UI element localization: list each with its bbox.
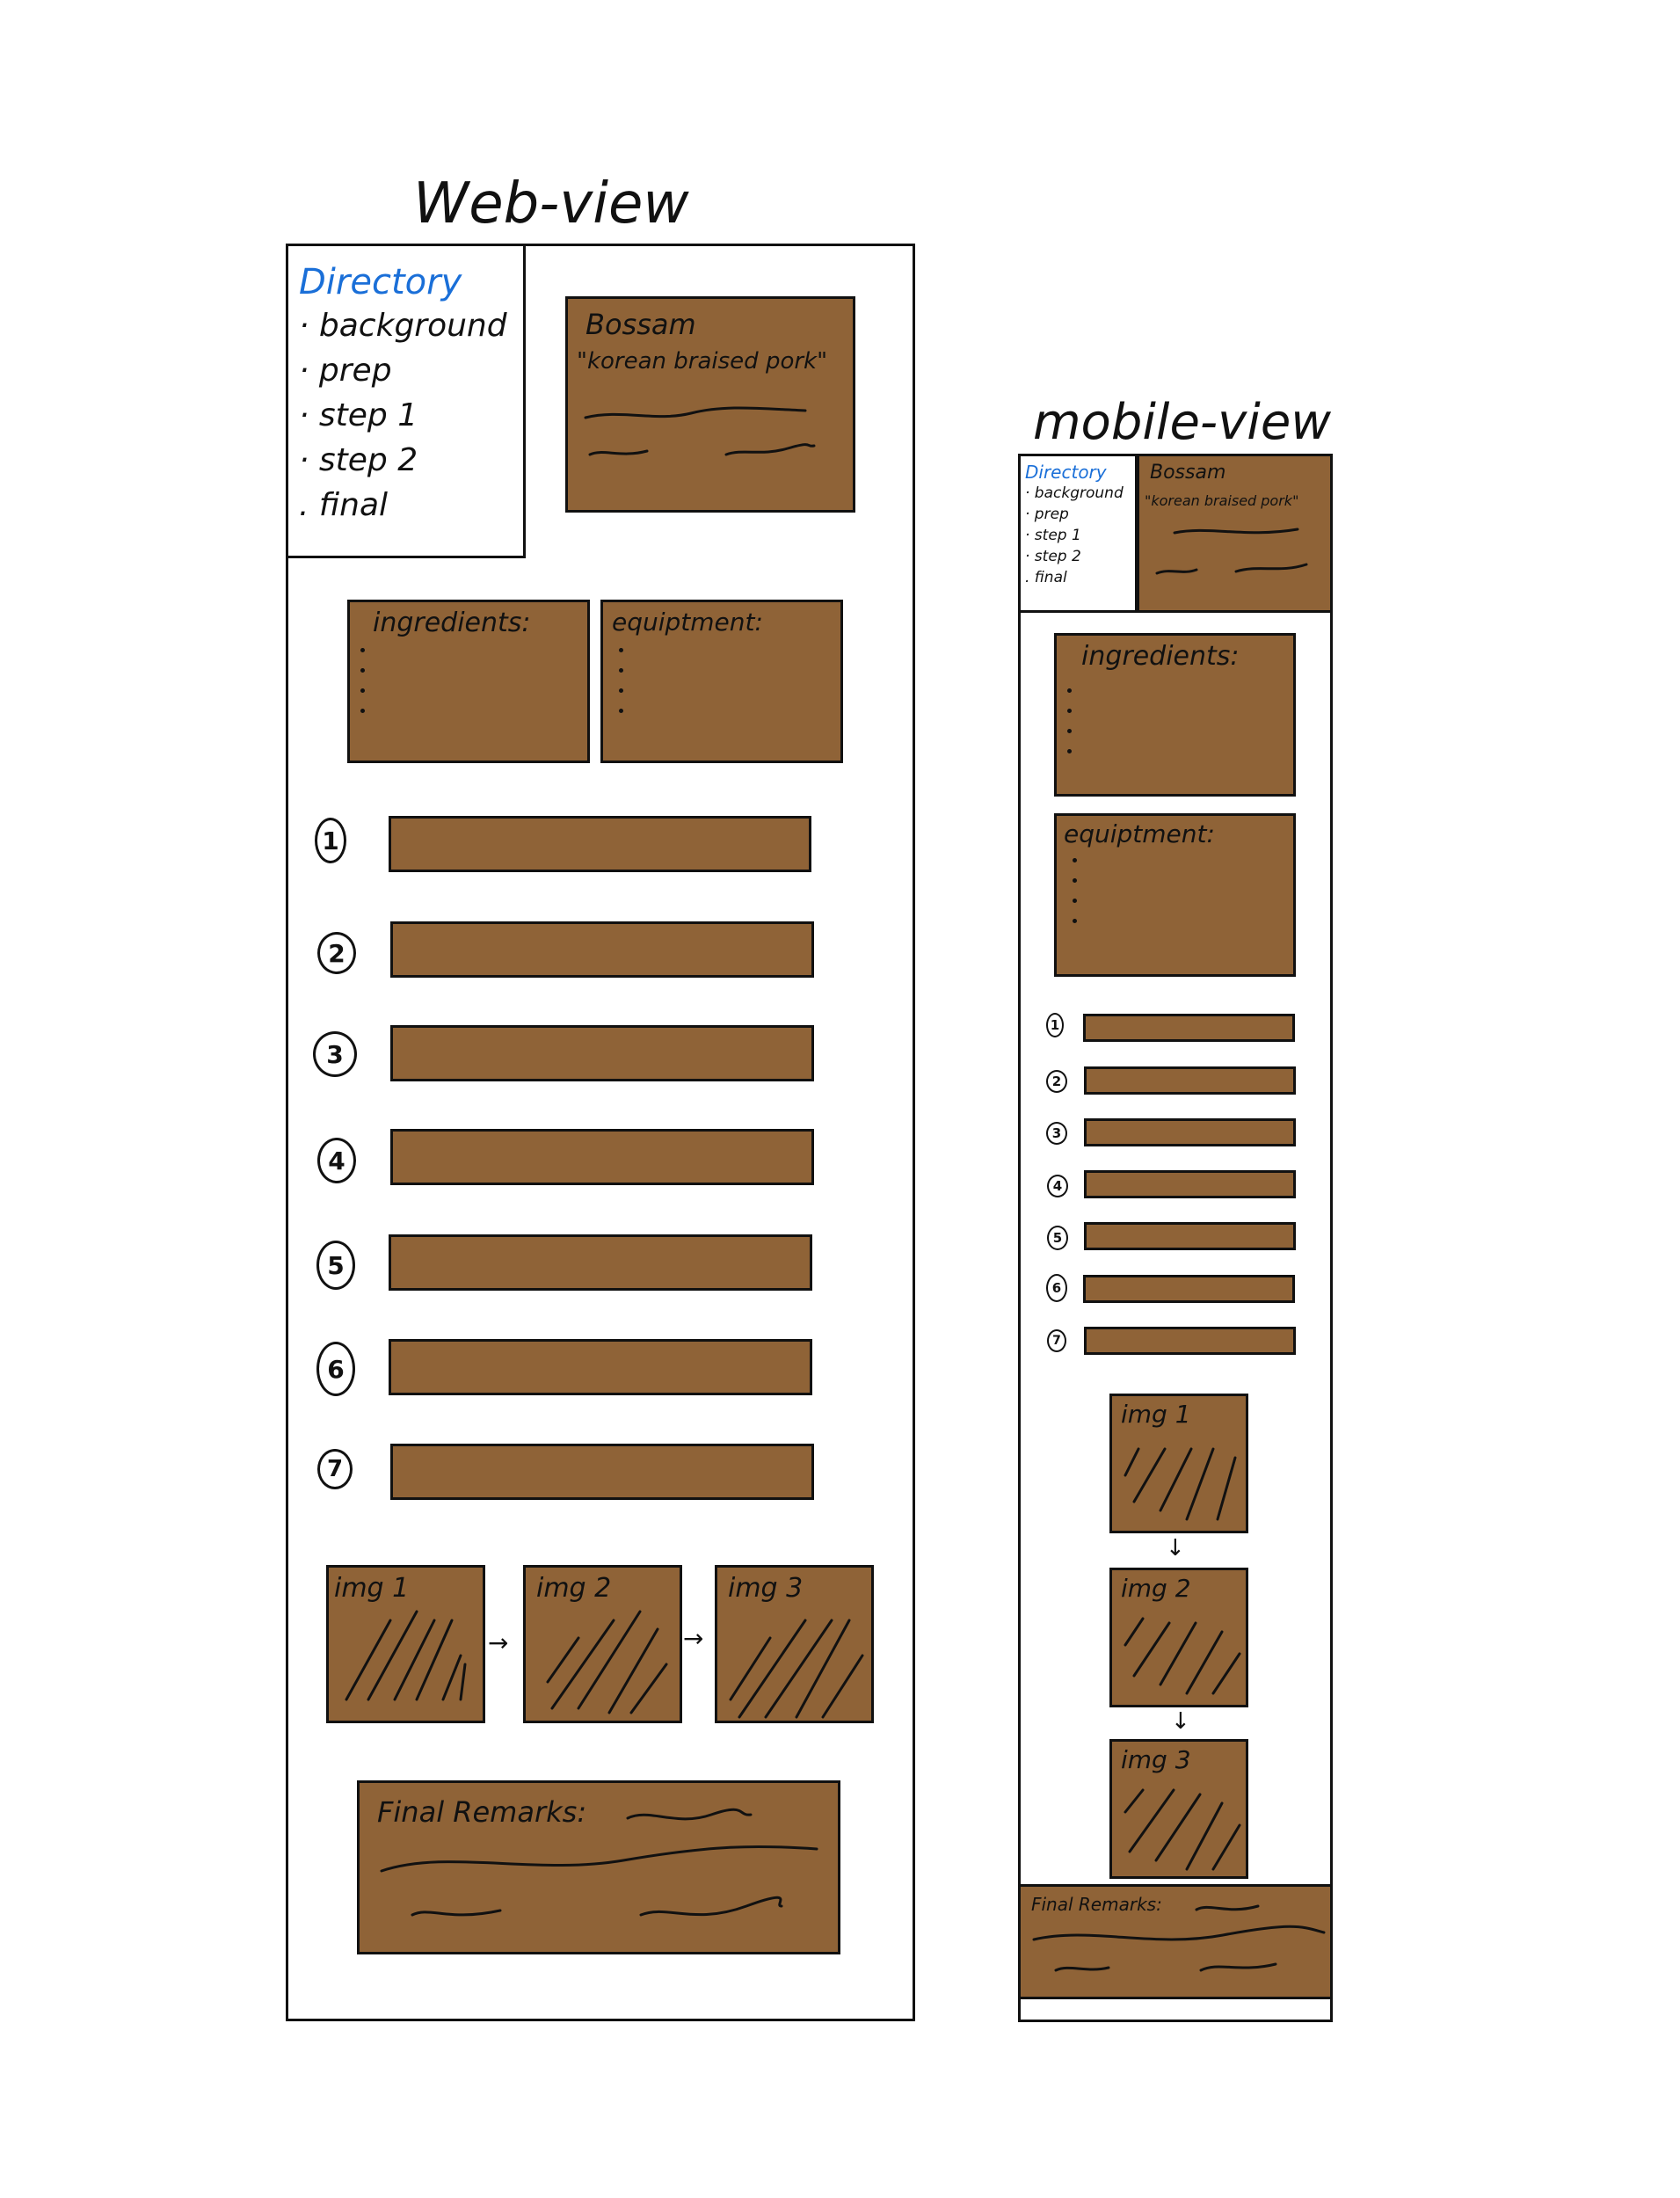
mobile-hero-subtitle: "korean braised pork" [1145, 492, 1299, 509]
web-hero-subtitle: "korean braised pork" [577, 348, 828, 375]
web-image-2-placeholder-hatch [546, 1610, 668, 1714]
mobile-hero-text-scribble [1155, 528, 1308, 575]
web-image-1-placeholder-hatch [345, 1610, 467, 1701]
mobile-final-remarks-text-scribble [1032, 1904, 1326, 1972]
web-directory-panel: Directory · background · prep · step 1 ·… [286, 244, 526, 558]
mobile-step-bar-7 [1084, 1327, 1296, 1355]
web-step-number-1: 1 [315, 818, 346, 863]
mobile-image-1-placeholder-hatch [1124, 1447, 1237, 1521]
mobile-image-2: img 2 [1109, 1568, 1248, 1707]
web-hero-box: Bossam "korean braised pork" [565, 296, 855, 513]
web-view-heading: Web-view [413, 171, 689, 237]
web-directory-item-step-1[interactable]: · step 1 [299, 397, 523, 433]
web-step-bar-2 [390, 921, 814, 978]
web-step-bar-7 [390, 1444, 814, 1500]
web-step-bar-6 [389, 1339, 812, 1395]
mobile-view-heading: mobile-view [1033, 394, 1332, 451]
mobile-step-bar-4 [1084, 1170, 1296, 1198]
mobile-directory-title: Directory [1025, 462, 1107, 483]
mobile-step-bar-1 [1083, 1014, 1295, 1042]
mobile-image-2-placeholder-hatch [1124, 1617, 1241, 1695]
mobile-ingredients-list-bullets [1067, 688, 1072, 753]
mobile-equipment-list-bullets [1073, 858, 1077, 923]
mobile-directory-item-prep[interactable]: · prep [1025, 506, 1135, 523]
mobile-image-3-placeholder-hatch [1124, 1788, 1241, 1871]
mobile-image-arrow-1: ↓ [1166, 1535, 1185, 1561]
mobile-hero-title: Bossam [1150, 462, 1226, 484]
mobile-image-3: img 3 [1109, 1739, 1248, 1879]
mobile-image-arrow-2: ↓ [1171, 1708, 1190, 1735]
web-step-bar-1 [389, 816, 811, 872]
web-image-arrow-1: → [488, 1628, 509, 1657]
web-equipment-list-bullets [619, 648, 623, 713]
mobile-step-number-7: 7 [1047, 1329, 1066, 1352]
web-final-remarks-text-scribble [380, 1808, 818, 1917]
web-ingredients-box: ingredients: [347, 600, 590, 763]
mobile-directory-item-step-1[interactable]: · step 1 [1025, 527, 1135, 544]
web-image-3-placeholder-hatch [729, 1619, 864, 1719]
web-image-2: img 2 [523, 1565, 682, 1723]
web-image-3: img 3 [715, 1565, 874, 1723]
web-directory-item-final[interactable]: . final [299, 487, 523, 523]
mobile-step-bar-5 [1084, 1222, 1296, 1250]
mobile-final-remarks-box: Final Remarks: [1018, 1884, 1333, 1999]
web-step-bar-4 [390, 1129, 814, 1185]
mobile-step-bar-6 [1083, 1275, 1295, 1303]
web-final-remarks-box: Final Remarks: [357, 1780, 840, 1954]
mobile-ingredients-box: ingredients: [1054, 633, 1296, 797]
mobile-directory-item-final[interactable]: . final [1025, 569, 1135, 586]
web-step-number-4: 4 [317, 1138, 356, 1183]
mobile-step-bar-3 [1084, 1118, 1296, 1146]
mobile-step-number-5: 5 [1047, 1226, 1068, 1250]
web-step-number-6: 6 [316, 1342, 355, 1396]
mobile-hero-box: Bossam "korean braised pork" [1137, 454, 1333, 613]
web-directory-item-prep[interactable]: · prep [299, 353, 523, 389]
mobile-step-bar-2 [1084, 1066, 1296, 1095]
web-directory-title: Directory [299, 262, 462, 302]
web-step-number-2: 2 [317, 932, 356, 974]
mobile-step-number-2: 2 [1046, 1070, 1067, 1093]
mobile-equipment-box: equiptment: [1054, 813, 1296, 977]
web-equipment-box: equiptment: [600, 600, 843, 763]
web-hero-text-scribble [584, 406, 816, 456]
web-hero-title: Bossam [585, 308, 696, 341]
mobile-equipment-label: equiptment: [1064, 819, 1215, 848]
mobile-directory-panel: Directory · background · prep · step 1 ·… [1018, 454, 1138, 613]
web-directory-item-step-2[interactable]: · step 2 [299, 442, 523, 478]
mobile-step-number-1: 1 [1046, 1013, 1064, 1037]
web-step-number-3: 3 [313, 1031, 357, 1077]
mobile-step-number-4: 4 [1047, 1175, 1068, 1197]
mobile-step-number-6: 6 [1046, 1274, 1067, 1302]
web-directory-item-background[interactable]: · background [299, 308, 523, 344]
web-ingredients-list-bullets [360, 648, 365, 713]
mobile-directory-item-background[interactable]: · background [1025, 484, 1135, 502]
web-image-arrow-2: → [683, 1624, 704, 1653]
web-step-number-7: 7 [317, 1449, 353, 1489]
web-step-number-5: 5 [316, 1241, 355, 1290]
web-ingredients-label: ingredients: [373, 608, 531, 638]
web-image-1: img 1 [326, 1565, 485, 1723]
mobile-image-1: img 1 [1109, 1394, 1248, 1533]
web-step-bar-5 [389, 1234, 812, 1291]
web-step-bar-3 [390, 1025, 814, 1081]
mobile-ingredients-label: ingredients: [1081, 641, 1240, 672]
web-equipment-label: equiptment: [612, 608, 763, 637]
mobile-directory-item-step-2[interactable]: · step 2 [1025, 548, 1135, 565]
mobile-step-number-3: 3 [1046, 1122, 1067, 1145]
